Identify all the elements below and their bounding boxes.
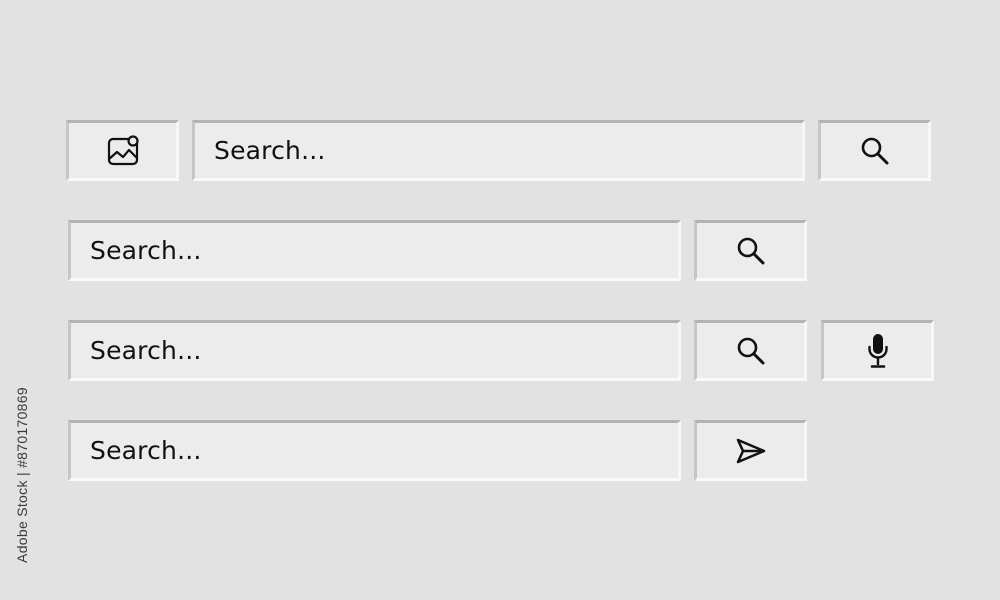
- voice-search-button[interactable]: [821, 320, 934, 381]
- send-button[interactable]: [694, 420, 807, 481]
- search-placeholder: Search...: [90, 236, 202, 265]
- search-icon: [859, 135, 891, 167]
- search-icon: [735, 235, 767, 267]
- search-placeholder: Search...: [214, 136, 326, 165]
- search-input[interactable]: Search...: [68, 220, 681, 281]
- search-input[interactable]: Search...: [192, 120, 805, 181]
- search-placeholder: Search...: [90, 336, 202, 365]
- watermark-id: Adobe Stock | #870170869: [12, 362, 32, 588]
- search-input[interactable]: Search...: [68, 320, 681, 381]
- search-button[interactable]: [694, 320, 807, 381]
- image-search-button[interactable]: [66, 120, 179, 181]
- watermark-id-text: Adobe Stock | #870170869: [14, 387, 30, 563]
- search-icon: [735, 335, 767, 367]
- search-input[interactable]: Search...: [68, 420, 681, 481]
- search-button[interactable]: [818, 120, 931, 181]
- search-placeholder: Search...: [90, 436, 202, 465]
- search-button[interactable]: [694, 220, 807, 281]
- microphone-icon: [866, 332, 890, 370]
- send-icon: [735, 437, 767, 465]
- image-icon: [106, 134, 140, 167]
